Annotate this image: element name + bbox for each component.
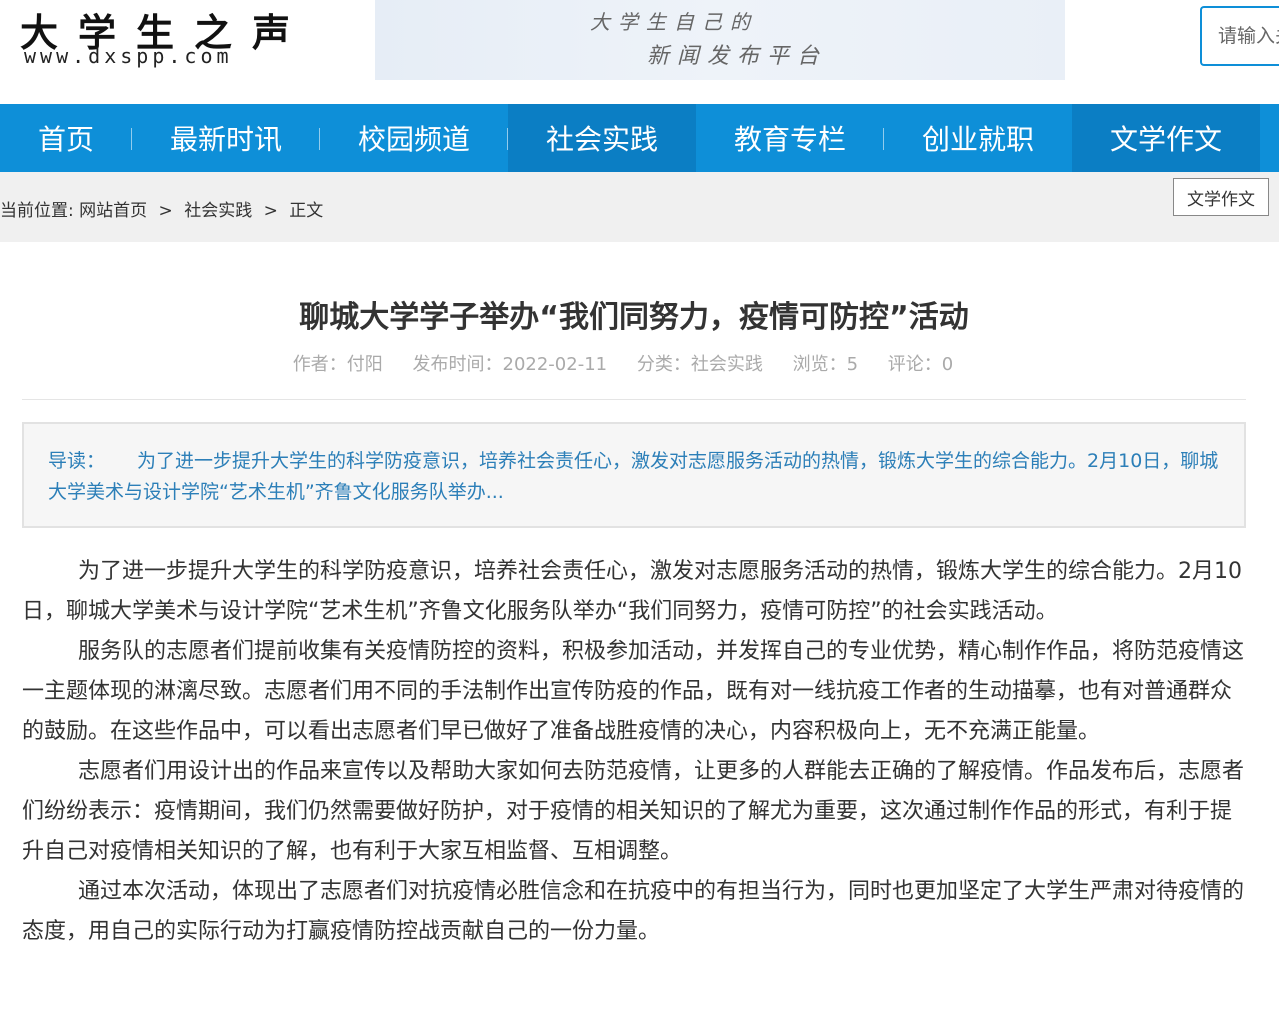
- article-body: 为了进一步提升大学生的科学防疫意识，培养社会责任心，激发对志愿服务活动的热情，锻…: [22, 552, 1246, 952]
- nav-item-latest-news[interactable]: 最新时讯: [132, 104, 320, 172]
- logo-url: www.dxspp.com: [24, 44, 233, 68]
- title-divider: [22, 399, 1246, 400]
- article-paragraph: 为了进一步提升大学生的科学防疫意识，培养社会责任心，激发对志愿服务活动的热情，锻…: [22, 559, 1242, 624]
- header-banner: 大学生自己的 新闻发布平台: [375, 0, 1065, 80]
- banner-slogan-line2: 新闻发布平台: [647, 44, 828, 69]
- meta-views: 浏览：5: [792, 354, 859, 375]
- meta-category: 分类：社会实践: [636, 354, 763, 375]
- summary-label: 导读：: [48, 450, 106, 472]
- breadcrumb-prefix: 当前位置:: [0, 201, 74, 221]
- breadcrumb-separator: >: [263, 201, 278, 221]
- breadcrumb: 当前位置: 网站首页 > 社会实践 > 正文: [0, 196, 323, 221]
- breadcrumb-category-link[interactable]: 社会实践: [184, 201, 252, 221]
- nav-item-literature[interactable]: 文学作文: [1072, 104, 1260, 172]
- article-paragraph: 志愿者们用设计出的作品来宣传以及帮助大家如何去防范疫情，让更多的人群能去正确的了…: [22, 759, 1245, 864]
- nav-item-label: 创业就职: [921, 123, 1034, 156]
- nav-item-home[interactable]: 首页: [0, 104, 132, 172]
- nav-item-education[interactable]: 教育专栏: [696, 104, 884, 172]
- meta-comments: 评论：0: [887, 354, 954, 375]
- breadcrumb-home-link[interactable]: 网站首页: [79, 201, 147, 221]
- nav-item-label: 教育专栏: [733, 123, 846, 156]
- search-input[interactable]: [1202, 8, 1279, 64]
- summary-text: 为了进一步提升大学生的科学防疫意识，培养社会责任心，激发对志愿服务活动的热情，锻…: [48, 450, 1219, 503]
- nav-item-label: 最新时讯: [169, 123, 282, 156]
- article-summary: 导读： 为了进一步提升大学生的科学防疫意识，培养社会责任心，激发对志愿服务活动的热…: [22, 422, 1246, 528]
- search-box: [1200, 6, 1279, 66]
- breadcrumb-current: 正文: [289, 201, 324, 221]
- article-paragraph: 服务队的志愿者们提前收集有关疫情防控的资料，积极参加活动，并发挥自己的专业优势，…: [22, 639, 1245, 744]
- meta-date: 发布时间：2022-02-11: [412, 354, 608, 375]
- article: 聊城大学学子举办“我们同努力，疫情可防控”活动 作者：付阳 发布时间：2022-…: [0, 242, 1279, 1035]
- site-header: 大学生之声 www.dxspp.com 大学生自己的 新闻发布平台: [0, 0, 1279, 104]
- nav-item-career[interactable]: 创业就职: [884, 104, 1072, 172]
- banner-slogan-line1: 大学生自己的: [590, 10, 758, 34]
- nav-item-social-practice[interactable]: 社会实践: [508, 104, 696, 172]
- nav-item-campus[interactable]: 校园频道: [320, 104, 508, 172]
- nav-item-label: 社会实践: [545, 123, 658, 156]
- breadcrumb-separator: >: [158, 201, 173, 221]
- site-logo[interactable]: 大学生之声 www.dxspp.com: [18, 2, 298, 72]
- breadcrumb-bar: 当前位置: 网站首页 > 社会实践 > 正文 文学作文: [0, 172, 1279, 242]
- nav-item-label: 校园频道: [357, 123, 470, 156]
- main-nav: 首页 最新时讯 校园频道 社会实践 教育专栏 创业就职 文学作文: [0, 104, 1279, 172]
- meta-author: 作者：付阳: [292, 354, 383, 375]
- sidebar-tab-literature[interactable]: 文学作文: [1173, 178, 1269, 216]
- nav-item-label: 文学作文: [1109, 123, 1222, 156]
- article-title: 聊城大学学子举办“我们同努力，疫情可防控”活动: [299, 300, 969, 335]
- article-paragraph: 通过本次活动，体现出了志愿者们对抗疫情必胜信念和在抗疫中的有担当行为，同时也更加…: [22, 879, 1245, 944]
- article-meta: 作者：付阳 发布时间：2022-02-11 分类：社会实践 浏览：5 评论：0: [0, 350, 1246, 376]
- nav-item-label: 首页: [37, 123, 94, 156]
